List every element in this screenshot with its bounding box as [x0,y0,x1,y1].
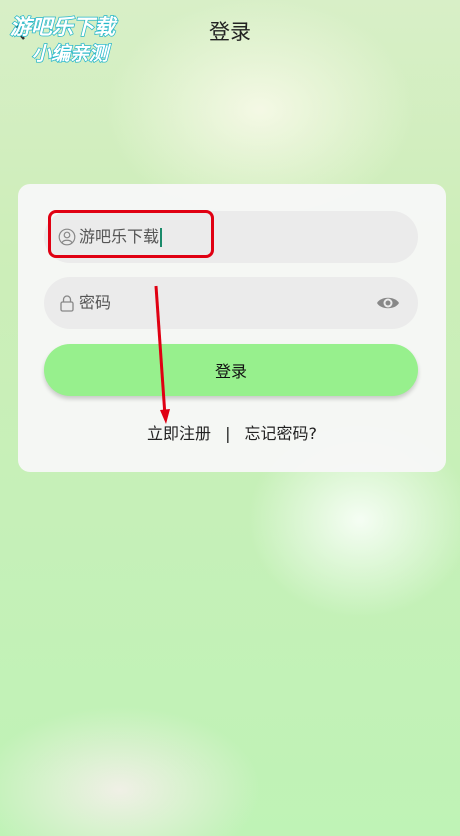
lock-icon [60,295,74,312]
watermark-logo: 游吧乐下载 小编亲测 [9,14,118,66]
svg-text:小编亲测: 小编亲测 [32,43,112,65]
password-field[interactable]: 密码 [44,277,418,329]
svg-text:游吧乐下载: 游吧乐下载 [10,15,118,39]
password-input[interactable]: 密码 [79,292,111,314]
header: 登录 游吧乐下载 小编亲测 [0,0,460,66]
auth-links: 立即注册 | 忘记密码? [18,420,446,444]
link-separator: | [225,424,231,443]
forgot-password-link[interactable]: 忘记密码? [244,420,317,444]
login-button[interactable]: 登录 [44,344,418,396]
register-link[interactable]: 立即注册 [147,420,211,444]
highlight-box [48,210,214,258]
eye-icon[interactable] [376,293,400,313]
login-card: 游吧乐下载 密码 登录 立即注册 | 忘记密码? [18,184,446,472]
